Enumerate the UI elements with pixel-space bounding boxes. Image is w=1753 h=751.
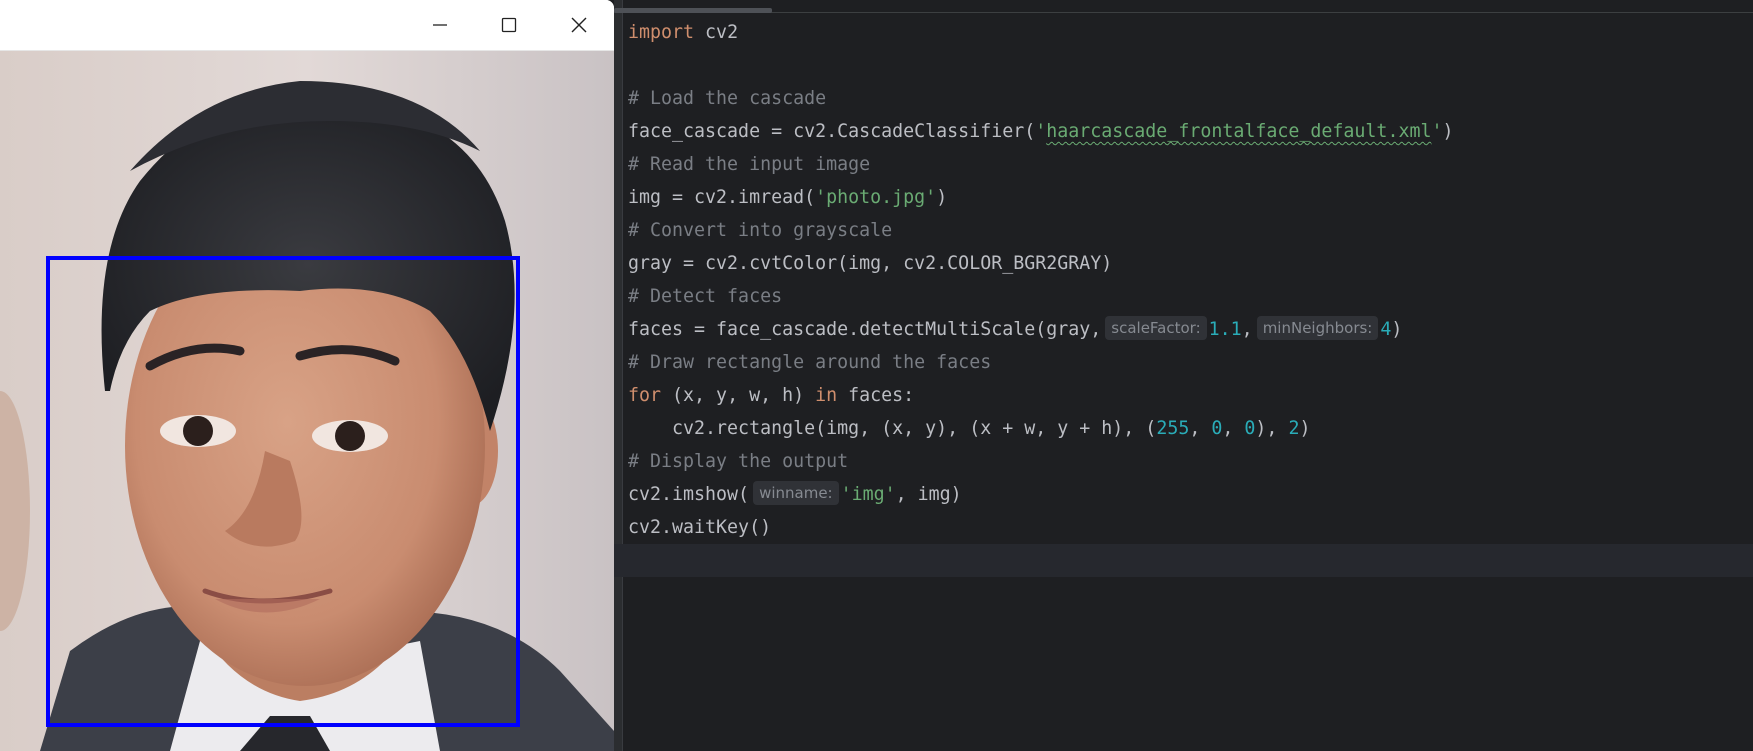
code-number: 255: [1156, 418, 1190, 439]
maximize-icon: [501, 17, 517, 33]
image-window: [0, 0, 614, 751]
code-line[interactable]: # Display the output: [628, 445, 1753, 478]
code-token: (x, y, w, h): [661, 385, 816, 406]
code-line[interactable]: # Read the input image: [628, 148, 1753, 181]
code-line[interactable]: import cv2: [628, 16, 1753, 49]
window-titlebar[interactable]: [0, 0, 614, 51]
minimize-icon: [433, 24, 447, 26]
code-number: 0: [1211, 418, 1223, 439]
code-token: face_cascade = cv2.CascadeClassifier(: [628, 121, 1036, 142]
string-text: haarcascade_frontalface_default.xml: [1046, 121, 1432, 142]
code-comment: # Load the cascade: [628, 88, 827, 109]
minimize-button[interactable]: [407, 0, 473, 50]
editor-gutter: [614, 0, 623, 751]
code-area[interactable]: import cv2 # Load the cascade face_casca…: [614, 16, 1753, 577]
code-line[interactable]: # Draw rectangle around the faces: [628, 346, 1753, 379]
code-token: cv2.imshow(: [628, 484, 750, 505]
code-string: 'haarcascade_frontalface_default.xml': [1035, 121, 1443, 142]
code-token: faces:: [837, 385, 915, 406]
code-token: ): [1442, 121, 1454, 142]
detected-face-photo: [0, 51, 614, 751]
parameter-hint: minNeighbors:: [1256, 316, 1379, 340]
code-number: 0: [1244, 418, 1256, 439]
code-token: cv2.waitKey(): [628, 517, 772, 538]
code-string: 'photo.jpg': [815, 187, 937, 208]
code-token: faces = face_cascade.detectMultiScale(gr…: [628, 319, 1102, 340]
code-token: ): [1299, 418, 1311, 439]
maximize-button[interactable]: [476, 0, 542, 50]
code-line[interactable]: [628, 49, 1753, 82]
close-icon: [571, 17, 587, 33]
code-comment: # Convert into grayscale: [628, 220, 893, 241]
code-token: , img): [895, 484, 962, 505]
code-token: ): [936, 187, 948, 208]
editor-tab-divider: [614, 12, 1753, 13]
code-number: 2: [1288, 418, 1300, 439]
code-token: cv2: [694, 22, 739, 43]
code-line[interactable]: # Convert into grayscale: [628, 214, 1753, 247]
code-line[interactable]: # Load the cascade: [628, 82, 1753, 115]
code-line[interactable]: cv2.rectangle(img, (x, y), (x + w, y + h…: [628, 412, 1753, 445]
code-line[interactable]: # Detect faces: [628, 280, 1753, 313]
code-token: img = cv2.imread(: [628, 187, 816, 208]
current-line[interactable]: [614, 544, 1753, 577]
code-line[interactable]: faces = face_cascade.detectMultiScale(gr…: [628, 313, 1753, 346]
parameter-hint: winname:: [753, 481, 839, 505]
code-keyword: in: [815, 385, 838, 406]
parameter-hint: scaleFactor:: [1105, 316, 1207, 340]
code-token: ): [1391, 319, 1403, 340]
code-line[interactable]: img = cv2.imread('photo.jpg'): [628, 181, 1753, 214]
code-line[interactable]: for (x, y, w, h) in faces:: [628, 379, 1753, 412]
code-token: cv2.rectangle(img, (x, y), (x + w, y + h…: [628, 418, 1157, 439]
code-token: ,: [1189, 418, 1212, 439]
code-keyword: for: [628, 385, 662, 406]
code-number: 1.1: [1208, 319, 1242, 340]
code-number: 4: [1380, 319, 1392, 340]
code-token: import: [628, 22, 695, 43]
code-line[interactable]: cv2.imshow(winname:'img', img): [628, 478, 1753, 511]
code-token: ,: [1241, 319, 1253, 340]
code-comment: # Display the output: [628, 451, 849, 472]
code-line[interactable]: face_cascade = cv2.CascadeClassifier('ha…: [628, 115, 1753, 148]
code-comment: # Detect faces: [628, 286, 783, 307]
code-line[interactable]: cv2.waitKey(): [628, 511, 1753, 544]
code-comment: # Draw rectangle around the faces: [628, 352, 992, 373]
code-token: ,: [1222, 418, 1245, 439]
close-button[interactable]: [546, 0, 612, 50]
horizontal-scrollbar[interactable]: [614, 8, 772, 13]
code-editor[interactable]: import cv2 # Load the cascade face_casca…: [614, 0, 1753, 751]
code-comment: # Read the input image: [628, 154, 871, 175]
code-line[interactable]: gray = cv2.cvtColor(img, cv2.COLOR_BGR2G…: [628, 247, 1753, 280]
code-token: gray = cv2.cvtColor(img, cv2.COLOR_BGR2G…: [628, 253, 1113, 274]
code-token: ),: [1255, 418, 1289, 439]
code-string: 'img': [840, 484, 896, 505]
